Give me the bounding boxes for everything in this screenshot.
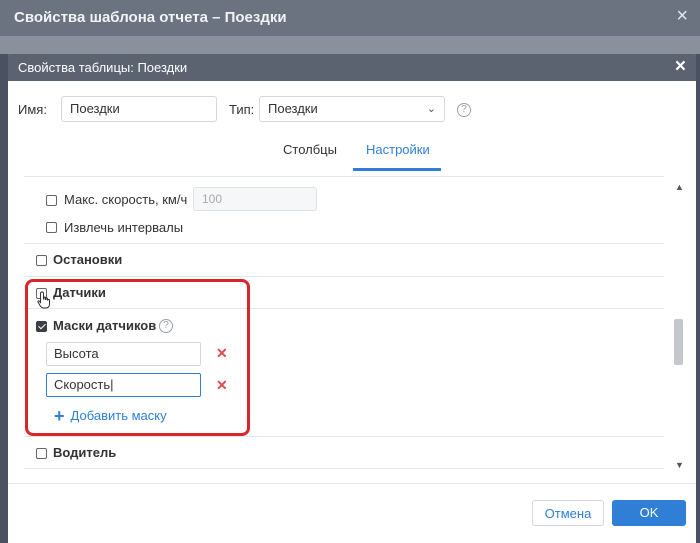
type-label: Тип:	[229, 102, 255, 117]
divider	[24, 243, 664, 244]
outer-close-icon[interactable]: ×	[676, 5, 688, 28]
scroll-down-icon[interactable]: ▼	[675, 460, 684, 470]
settings-scrollbar[interactable]: ▲ ▼	[672, 182, 686, 474]
help-icon[interactable]: ?	[457, 103, 471, 117]
divider	[24, 176, 664, 177]
outer-window-title: Свойства шаблона отчета – Поездки	[14, 9, 287, 26]
outer-window-header: Свойства шаблона отчета – Поездки ×	[0, 0, 700, 36]
scrollbar-thumb[interactable]	[674, 319, 683, 365]
driver-label: Водитель	[53, 445, 117, 460]
active-tab-indicator	[353, 168, 441, 171]
type-select[interactable]: Поездки ⌄	[259, 96, 445, 122]
cancel-button[interactable]: Отмена	[532, 500, 604, 526]
name-input[interactable]: Поездки	[61, 96, 217, 122]
stops-label: Остановки	[53, 252, 123, 267]
outer-toolbar-strip	[0, 36, 700, 54]
name-label: Имя:	[18, 102, 47, 117]
footer-divider	[8, 483, 696, 484]
max-speed-label: Макс. скорость, км/ч	[64, 192, 188, 207]
hand-cursor-icon	[37, 291, 50, 309]
type-select-value: Поездки	[268, 101, 318, 116]
max-speed-input[interactable]: 100	[193, 187, 317, 211]
stops-checkbox[interactable]	[36, 255, 47, 266]
divider	[24, 468, 664, 469]
max-speed-checkbox[interactable]	[46, 195, 57, 206]
tab-settings[interactable]: Настройки	[366, 142, 430, 157]
highlight-box	[25, 279, 250, 436]
divider	[24, 436, 664, 437]
ok-button[interactable]: OK	[612, 500, 686, 526]
scroll-up-icon[interactable]: ▲	[675, 182, 684, 192]
extract-intervals-label: Извлечь интервалы	[64, 220, 184, 235]
dialog-header: Свойства таблицы: Поездки ×	[8, 54, 696, 81]
dialog-title: Свойства таблицы: Поездки	[18, 60, 188, 75]
extract-intervals-checkbox[interactable]	[46, 222, 57, 233]
divider	[24, 276, 664, 277]
tab-columns[interactable]: Столбцы	[283, 142, 337, 157]
dialog-close-icon[interactable]: ×	[675, 56, 686, 78]
driver-checkbox[interactable]	[36, 448, 47, 459]
chevron-down-icon: ⌄	[426, 103, 436, 115]
